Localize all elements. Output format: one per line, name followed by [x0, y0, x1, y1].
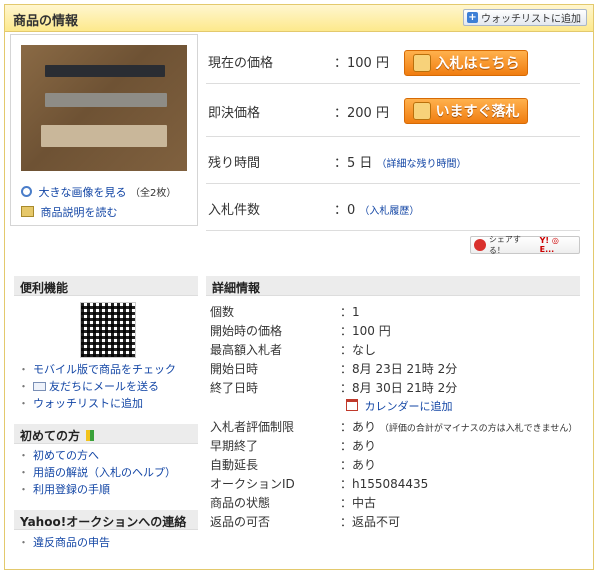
detail-value-top-bidder: ：なし — [340, 343, 377, 357]
book-icon — [21, 206, 34, 217]
detail-label-returns: 返品の可否 — [210, 515, 271, 529]
beginner-leaf-icon — [86, 430, 95, 441]
panel-header: 商品の情報 + ウォッチリストに追加 — [5, 5, 593, 32]
buyout-price-value: ：200 円 — [334, 106, 389, 121]
beginners-link[interactable]: 初めての方へ — [33, 449, 99, 462]
detail-value-start-price: ：100 円 — [340, 324, 391, 338]
detail-value-condition: ：中古 — [340, 496, 377, 510]
image-count: （全2枚） — [130, 188, 177, 199]
sidebar-watchlist-link[interactable]: ウォッチリストに追加 — [33, 397, 143, 410]
plus-icon: + — [467, 12, 478, 23]
rating-limit-note: （評価の合計がマイナスの方は入札できません） — [379, 424, 578, 434]
report-violation-link[interactable]: 違反商品の申告 — [33, 536, 110, 549]
item-photo[interactable] — [21, 45, 187, 171]
enlarge-row: 大きな画像を見る （全2枚） — [21, 184, 176, 200]
detail-label-start-time: 開始日時 — [210, 362, 259, 376]
detail-value-rating-limit: ：あり （評価の合計がマイナスの方は入札できません） — [340, 418, 577, 435]
detail-label-top-bidder: 最高額入札者 — [210, 343, 283, 357]
share-button[interactable]: シェアする！ Y! ◎ E... — [470, 235, 580, 255]
detail-label-start-price: 開始時の価格 — [210, 324, 283, 338]
rating-limit-text: ：あり — [340, 420, 377, 434]
detail-value-start-time: ：8月 23日 21時 2分 — [340, 362, 458, 376]
time-left-value: ：5 日 （詳細な残り時間） — [334, 152, 467, 171]
plate-mid — [45, 93, 167, 107]
bid-count-row: 入札件数 ：0 （入札履歴） — [206, 184, 580, 231]
buy-now-button[interactable]: いますぐ落札 — [404, 98, 528, 124]
registration-link[interactable]: 利用登録の手順 — [33, 483, 110, 496]
detail-label-auto-extend: 自動延長 — [210, 458, 259, 472]
detail-label-end-time: 終了日時 — [210, 381, 259, 395]
share-services: Y! ◎ E... — [539, 236, 559, 254]
detail-label-quantity: 個数 — [210, 305, 235, 319]
description-row: 商品説明を読む — [21, 204, 118, 220]
current-price-row: 現在の価格 ：100 円 入札はこちら — [206, 38, 580, 84]
plate-dark — [45, 65, 165, 77]
time-detail-link[interactable]: （詳細な残り時間） — [377, 159, 467, 170]
share-icon — [474, 239, 486, 251]
current-price-label: 現在の価格 — [208, 56, 274, 71]
registration-item: ・利用登録の手順 — [18, 483, 110, 496]
detail-value-auto-extend: ：あり — [340, 458, 377, 472]
detail-value-end-time: ：8月 30日 21時 2分 — [340, 381, 458, 395]
beginners-section-title: 初めての方 — [14, 424, 198, 444]
calendar-icon — [346, 399, 358, 411]
buyout-price-label: 即決価格 — [208, 106, 261, 121]
beginners-title-text: 初めての方 — [20, 429, 81, 443]
mail-icon — [33, 382, 46, 391]
bid-history-link[interactable]: （入札履歴） — [359, 206, 419, 217]
time-left-label: 残り時間 — [208, 156, 261, 171]
buy-now-button-label: いますぐ落札 — [435, 104, 520, 120]
gavel-icon — [412, 54, 431, 72]
detail-value-quantity: ：1 — [340, 305, 360, 319]
detail-label-rating-limit: 入札者評価制限 — [210, 420, 295, 434]
convenient-section-title: 便利機能 — [14, 276, 198, 296]
watchlist-item: ・ウォッチリストに追加 — [18, 397, 143, 410]
qr-code — [80, 302, 136, 358]
share-label: シェアする！ — [488, 235, 521, 255]
mobile-check-item: ・モバイル版で商品をチェック — [18, 363, 176, 376]
plate-light — [41, 125, 167, 147]
glossary-item: ・用語の解説（入札のヘルプ） — [18, 466, 176, 479]
magnifier-icon — [21, 186, 32, 197]
item-image-box: 大きな画像を見る （全2枚） 商品説明を読む — [10, 34, 198, 226]
cart-icon — [412, 102, 431, 120]
mobile-check-link[interactable]: モバイル版で商品をチェック — [33, 363, 176, 376]
time-left-row: 残り時間 ：5 日 （詳細な残り時間） — [206, 137, 580, 184]
detail-value-auction-id: ：h155084435 — [340, 477, 429, 491]
bid-count-label: 入札件数 — [208, 203, 261, 218]
calendar-row: カレンダーに追加 — [346, 398, 453, 414]
mail-friend-item: ・友だちにメールを送る — [18, 380, 159, 393]
detail-value-returns: ：返品不可 — [340, 515, 401, 529]
glossary-link[interactable]: 用語の解説（入札のヘルプ） — [33, 466, 176, 479]
details-section-title: 詳細情報 — [206, 276, 580, 296]
mail-friend-link[interactable]: 友だちにメールを送る — [49, 380, 159, 393]
beginners-item: ・初めての方へ — [18, 449, 99, 462]
enlarge-image-link[interactable]: 大きな画像を見る — [39, 186, 127, 199]
detail-label-condition: 商品の状態 — [210, 496, 271, 510]
contact-section-title: Yahoo!オークションへの連絡 — [14, 510, 198, 530]
bid-count-text: ：0 — [334, 203, 356, 218]
detail-label-early-end: 早期終了 — [210, 439, 259, 453]
detail-value-early-end: ：あり — [340, 439, 377, 453]
buyout-price-row: 即決価格 ：200 円 いますぐ落札 — [206, 84, 580, 137]
bid-button-label: 入札はこちら — [435, 56, 520, 72]
report-item: ・違反商品の申告 — [18, 536, 110, 549]
add-to-watchlist-button[interactable]: + ウォッチリストに追加 — [463, 9, 587, 26]
detail-label-auction-id: オークションID — [210, 477, 295, 491]
bid-button[interactable]: 入札はこちら — [404, 50, 528, 76]
read-description-link[interactable]: 商品説明を読む — [41, 206, 118, 219]
watchlist-button-label: ウォッチリストに追加 — [481, 14, 581, 25]
time-left-text: ：5 日 — [334, 156, 373, 171]
panel-title: 商品の情報 — [13, 14, 79, 29]
bid-count-value: ：0 （入札履歴） — [334, 199, 419, 218]
current-price-value: ：100 円 — [334, 56, 389, 71]
add-calendar-link[interactable]: カレンダーに追加 — [365, 400, 453, 413]
